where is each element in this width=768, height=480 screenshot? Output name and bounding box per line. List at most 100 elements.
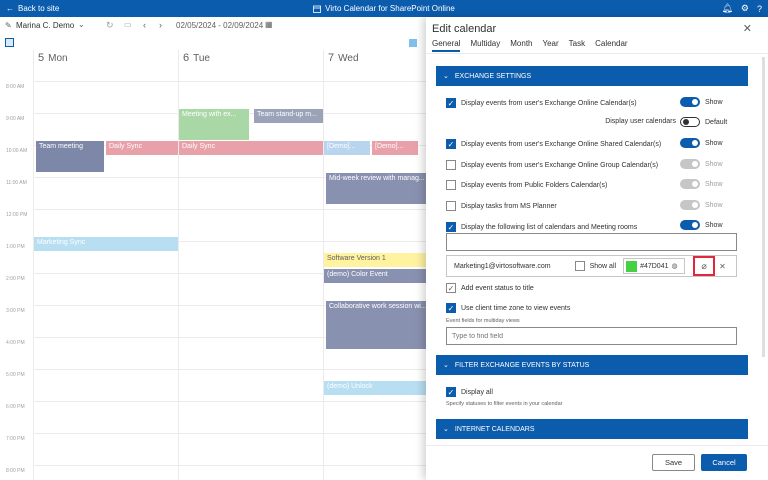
- reset-color-button[interactable]: ⌀: [693, 256, 716, 276]
- tab-task[interactable]: Task: [569, 39, 585, 52]
- print-icon[interactable]: ▭: [124, 20, 132, 29]
- planner-toggle-label: Show: [705, 201, 723, 209]
- date-picker-icon[interactable]: ▦: [265, 20, 273, 29]
- day-header-tue[interactable]: 6 Tue: [183, 52, 210, 64]
- mailbox-email: Marketing1@virtosoftware.com: [454, 262, 551, 270]
- row-client-tz: ✓ Use client time zone to view events: [446, 303, 570, 313]
- close-icon[interactable]: ✕: [743, 22, 752, 35]
- day-number: 7: [328, 52, 335, 64]
- calendar-event[interactable]: Software Version 1: [324, 253, 426, 267]
- user-calendars-toggle-wrap: Default: [680, 117, 727, 127]
- internet-calendars-header[interactable]: ⌄ INTERNET CALENDARS: [436, 419, 748, 439]
- date-range[interactable]: 02/05/2024 - 02/09/2024: [176, 21, 263, 30]
- edit-icon[interactable]: ✎: [5, 21, 12, 30]
- chevron-down-icon: ⌄: [443, 73, 449, 80]
- gear-icon[interactable]: ⚙: [741, 3, 749, 14]
- user-calendars-label: Display user calendars: [605, 118, 676, 125]
- time-label: 2:00 PM: [6, 276, 25, 282]
- calendar-event[interactable]: [Demo]...: [372, 141, 418, 155]
- color-picker[interactable]: #47D041 ◍: [623, 258, 686, 274]
- user-calendars-toggle[interactable]: [680, 117, 700, 127]
- public-folders-label: Display events from Public Folders Calen…: [461, 181, 608, 189]
- refresh-icon[interactable]: ↻: [106, 20, 114, 31]
- exchange-online-toggle[interactable]: [680, 97, 700, 107]
- time-label: 11:00 AM: [6, 180, 27, 186]
- planner-checkbox[interactable]: [446, 201, 456, 211]
- find-field-input[interactable]: [446, 327, 737, 345]
- planner-toggle[interactable]: [680, 200, 700, 210]
- calendar-event[interactable]: (demo) Color Event: [324, 269, 426, 283]
- hour-line: [33, 465, 426, 466]
- shared-toggle-wrap: Show: [680, 138, 723, 148]
- show-all-checkbox[interactable]: [574, 261, 585, 271]
- client-tz-checkbox[interactable]: ✓: [446, 303, 456, 313]
- prev-icon[interactable]: ‹: [143, 20, 146, 30]
- shared-label: Display events from user's Exchange Onli…: [461, 140, 662, 148]
- remove-icon[interactable]: ✕: [719, 262, 726, 271]
- day-name: Mon: [48, 53, 68, 64]
- client-tz-label: Use client time zone to view events: [461, 304, 571, 312]
- calendar-event[interactable]: Meeting with ex...: [179, 109, 249, 140]
- shared-toggle[interactable]: [680, 138, 700, 148]
- exchange-settings-title: EXCHANGE SETTINGS: [454, 72, 532, 80]
- day-header-mon[interactable]: 5 Mon: [38, 52, 68, 64]
- calendar-event[interactable]: Collaborative work session wi...: [326, 301, 426, 349]
- display-all-checkbox[interactable]: ✓: [446, 387, 456, 397]
- add-status-label: Add event status to title: [461, 284, 534, 292]
- calendar-event[interactable]: Team stand-up m...: [254, 109, 323, 123]
- tab-year[interactable]: Year: [543, 39, 559, 52]
- calendar-event[interactable]: (demo) Unlock: [324, 381, 426, 395]
- group-toggle-label: Show: [705, 160, 723, 168]
- calendar-event[interactable]: Team meeting: [36, 141, 104, 172]
- public-folders-toggle[interactable]: [680, 179, 700, 189]
- filter-status-title: FILTER EXCHANGE EVENTS BY STATUS: [454, 361, 590, 369]
- calendar-search-input[interactable]: [446, 233, 737, 251]
- filter-status-header[interactable]: ⌄ FILTER EXCHANGE EVENTS BY STATUS: [436, 355, 748, 375]
- meeting-rooms-checkbox[interactable]: ✓: [446, 222, 456, 232]
- calendar-event[interactable]: Daily Sync: [179, 141, 323, 155]
- group-toggle[interactable]: [680, 159, 700, 169]
- question-icon[interactable]: ?: [757, 4, 762, 14]
- calendar-event[interactable]: [Demo]...: [324, 141, 370, 155]
- row-shared: ✓ Display events from user's Exchange On…: [446, 139, 661, 149]
- tab-calendar[interactable]: Calendar: [595, 39, 627, 52]
- row-exchange-online: ✓ Display events from user's Exchange On…: [446, 98, 637, 108]
- meeting-rooms-toggle[interactable]: [680, 220, 700, 230]
- calendar-event[interactable]: Mid-week review with manag...: [326, 173, 426, 204]
- public-folders-checkbox[interactable]: [446, 180, 456, 190]
- panel-title: Edit calendar: [432, 23, 497, 35]
- add-status-checkbox[interactable]: ✓: [446, 283, 456, 293]
- meeting-rooms-label: Display the following list of calendars …: [461, 223, 638, 231]
- exchange-online-checkbox[interactable]: ✓: [446, 98, 456, 108]
- tab-general[interactable]: General: [432, 39, 461, 52]
- footer-divider: [426, 445, 768, 446]
- chevron-down-icon[interactable]: ⌄: [78, 20, 85, 29]
- top-icons: 🔔︎ ⚙ ?: [721, 0, 762, 17]
- calendar-event[interactable]: Daily Sync: [106, 141, 178, 155]
- row-public-folders: Display events from Public Folders Calen…: [446, 180, 607, 190]
- tab-multiday[interactable]: Multiday: [470, 39, 500, 52]
- group-toggle-wrap: Show: [680, 159, 723, 169]
- day-header-wed[interactable]: 7 Wed: [328, 52, 359, 64]
- chevron-down-icon: ⌄: [443, 426, 449, 433]
- calendar-event[interactable]: Marketing Sync: [34, 237, 178, 251]
- display-all-label: Display all: [461, 388, 493, 396]
- save-button[interactable]: Save: [652, 454, 695, 471]
- shared-checkbox[interactable]: ✓: [446, 139, 456, 149]
- view-toggle[interactable]: [5, 38, 14, 47]
- cancel-button[interactable]: Cancel: [701, 454, 747, 471]
- app-title: Virto Calendar for SharePoint Online: [0, 0, 768, 17]
- group-checkbox[interactable]: [446, 160, 456, 170]
- exchange-settings-header[interactable]: ⌄ EXCHANGE SETTINGS: [436, 66, 748, 86]
- tab-month[interactable]: Month: [510, 39, 532, 52]
- time-label: 1:00 PM: [6, 244, 25, 250]
- internet-calendars-title: INTERNET CALENDARS: [454, 425, 535, 433]
- bell-icon[interactable]: 🔔︎: [721, 3, 732, 14]
- user-name[interactable]: Marina C. Demo: [16, 21, 74, 30]
- tabs-divider: [426, 53, 768, 54]
- event-fields-hint: Event fields for multiday views: [446, 318, 520, 324]
- time-label: 12:00 PM: [6, 212, 28, 218]
- scrollbar[interactable]: [762, 57, 765, 357]
- time-label: 5:00 PM: [6, 372, 25, 378]
- next-icon[interactable]: ›: [159, 20, 162, 30]
